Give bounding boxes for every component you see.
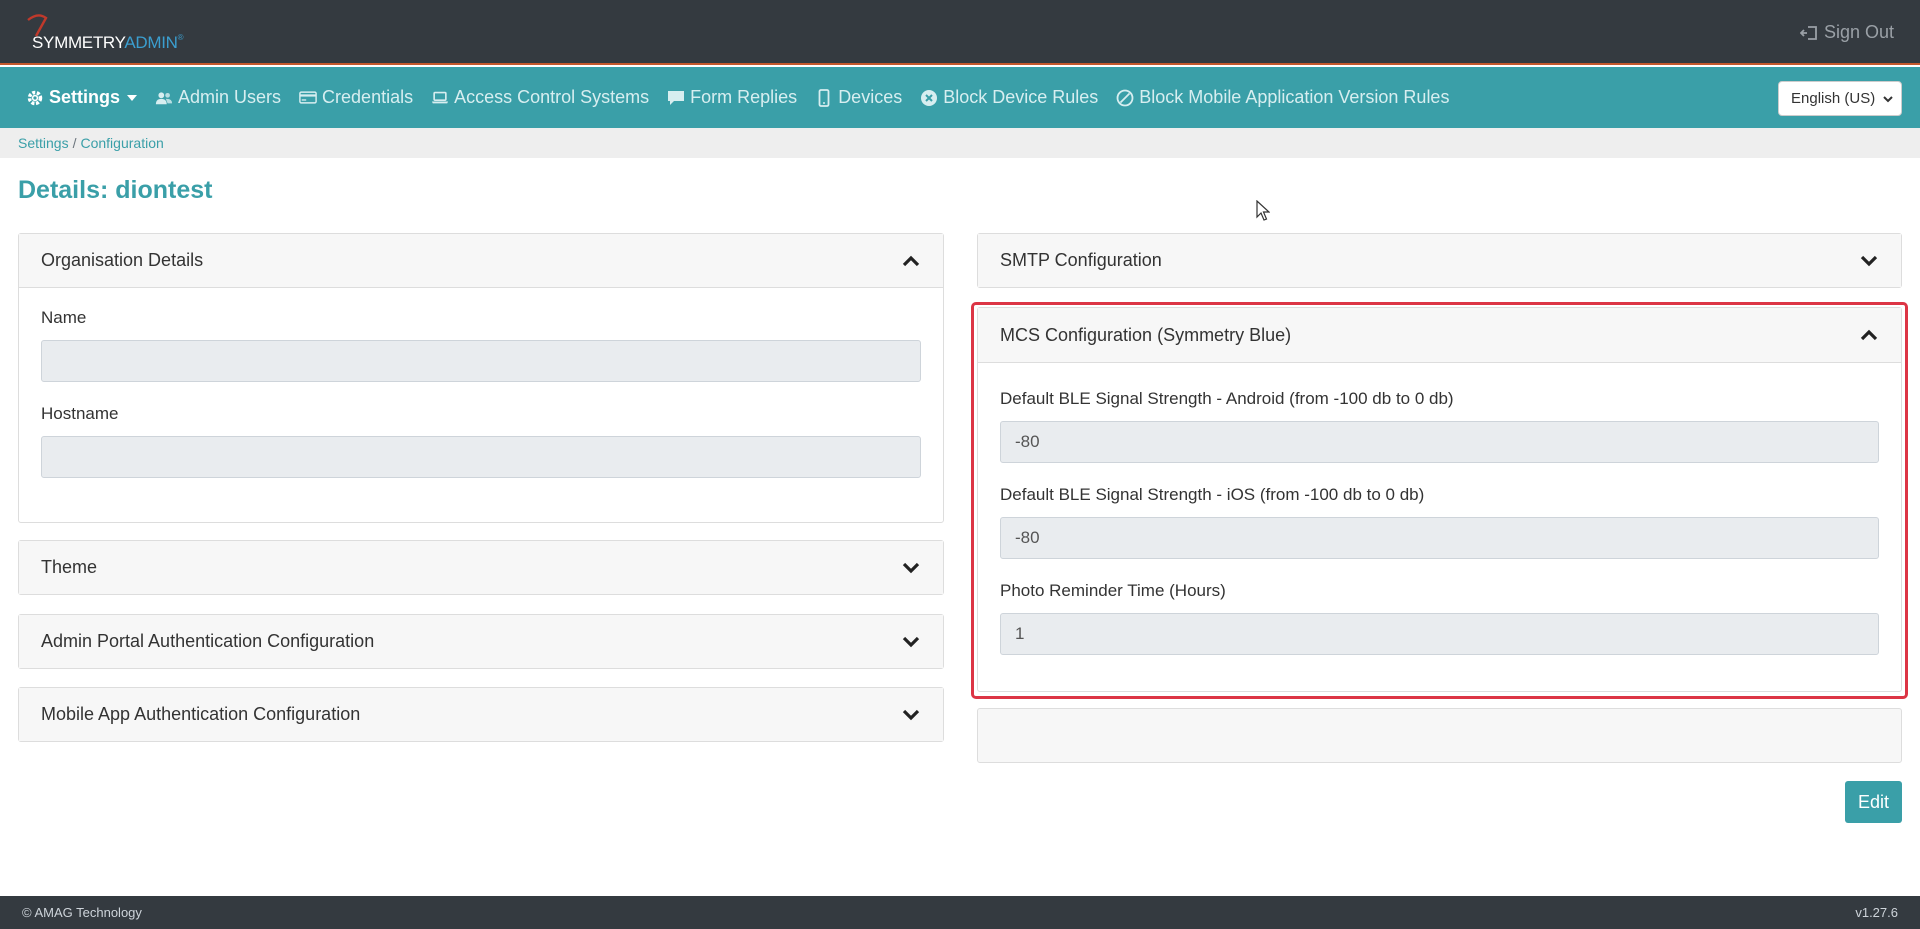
symmetry-admin-logo[interactable]: SYMMETRYADMIN® bbox=[24, 14, 194, 54]
chevron-down-icon bbox=[1883, 92, 1893, 106]
admin-portal-auth-header[interactable]: Admin Portal Authentication Configuratio… bbox=[19, 615, 943, 668]
mobile-app-auth-panel: Mobile App Authentication Configuration bbox=[18, 687, 944, 742]
highlight-box bbox=[971, 302, 1908, 699]
chevron-down-icon[interactable] bbox=[1859, 251, 1879, 271]
mobile-app-auth-header[interactable]: Mobile App Authentication Configuration bbox=[19, 688, 943, 741]
nav-devices-label: Devices bbox=[838, 87, 903, 107]
comment-icon bbox=[667, 89, 685, 107]
breadcrumb-separator: / bbox=[72, 135, 77, 151]
chevron-down-icon[interactable] bbox=[901, 632, 921, 652]
nav-admin-users[interactable]: Admin Users bbox=[155, 87, 281, 108]
sign-out-link[interactable]: Sign Out bbox=[1799, 22, 1894, 43]
name-field[interactable] bbox=[41, 340, 921, 382]
logo-text-symmetry: SYMMETRY bbox=[32, 33, 125, 52]
nav-access-control-systems[interactable]: Access Control Systems bbox=[431, 87, 649, 108]
organisation-details-panel: Organisation Details Name Hostname bbox=[18, 233, 944, 523]
footer: © AMAG Technology v1.27.6 bbox=[0, 896, 1920, 929]
language-select[interactable]: English (US) bbox=[1778, 81, 1902, 116]
caret-down-icon bbox=[127, 94, 138, 101]
breadcrumb-configuration[interactable]: Configuration bbox=[80, 135, 163, 151]
logo-text-admin: ADMIN bbox=[124, 33, 178, 52]
nav-devices[interactable]: Devices bbox=[815, 87, 902, 108]
nav-block-device-rules-label: Block Device Rules bbox=[943, 87, 1099, 107]
mobile-app-auth-title: Mobile App Authentication Configuration bbox=[41, 704, 361, 724]
theme-panel: Theme bbox=[18, 540, 944, 595]
nav-block-mobile-app-version-rules-label: Block Mobile Application Version Rules bbox=[1139, 87, 1450, 107]
nav-form-replies-label: Form Replies bbox=[690, 87, 798, 107]
laptop-icon bbox=[431, 89, 449, 107]
mobile-icon bbox=[815, 88, 833, 107]
chevron-up-icon[interactable] bbox=[901, 251, 921, 271]
nav-credentials[interactable]: Credentials bbox=[299, 87, 413, 108]
theme-header[interactable]: Theme bbox=[19, 541, 943, 594]
credit-card-icon bbox=[299, 89, 317, 107]
admin-portal-auth-title: Admin Portal Authentication Configuratio… bbox=[41, 631, 375, 651]
empty-panel bbox=[977, 708, 1902, 763]
gear-icon bbox=[26, 89, 44, 107]
nav-block-mobile-app-version-rules[interactable]: Block Mobile Application Version Rules bbox=[1116, 87, 1449, 108]
footer-version: v1.27.6 bbox=[1855, 905, 1898, 920]
nav-settings-label: Settings bbox=[49, 87, 121, 107]
times-circle-icon bbox=[920, 89, 938, 107]
users-icon bbox=[155, 89, 173, 107]
sign-out-icon bbox=[1799, 25, 1817, 40]
mouse-cursor-icon bbox=[1256, 200, 1270, 221]
nav-credentials-label: Credentials bbox=[322, 87, 414, 107]
ban-icon bbox=[1116, 89, 1134, 107]
organisation-details-header[interactable]: Organisation Details bbox=[19, 234, 943, 288]
smtp-configuration-panel: SMTP Configuration bbox=[977, 233, 1902, 288]
smtp-configuration-header[interactable]: SMTP Configuration bbox=[978, 234, 1901, 287]
edit-button[interactable]: Edit bbox=[1845, 781, 1902, 823]
nav-admin-users-label: Admin Users bbox=[178, 87, 282, 107]
hostname-field[interactable] bbox=[41, 436, 921, 478]
nav-access-control-systems-label: Access Control Systems bbox=[454, 87, 650, 107]
nav-settings[interactable]: Settings bbox=[26, 87, 138, 108]
chevron-down-icon[interactable] bbox=[901, 705, 921, 725]
logo-trademark: ® bbox=[177, 33, 184, 42]
main-navbar: Settings Admin Users Credentials Access … bbox=[0, 67, 1920, 128]
footer-copyright: © AMAG Technology bbox=[22, 905, 142, 920]
name-label: Name bbox=[41, 308, 87, 327]
smtp-configuration-title: SMTP Configuration bbox=[1000, 250, 1162, 270]
theme-title: Theme bbox=[41, 557, 98, 577]
language-select-value: English (US) bbox=[1791, 90, 1876, 107]
nav-form-replies[interactable]: Form Replies bbox=[667, 87, 797, 108]
hostname-label: Hostname bbox=[41, 404, 119, 423]
organisation-details-title: Organisation Details bbox=[41, 250, 204, 270]
breadcrumb: Settings / Configuration bbox=[0, 128, 1920, 158]
chevron-down-icon[interactable] bbox=[901, 558, 921, 578]
admin-portal-auth-panel: Admin Portal Authentication Configuratio… bbox=[18, 614, 944, 669]
nav-block-device-rules[interactable]: Block Device Rules bbox=[920, 87, 1098, 108]
top-header: SYMMETRYADMIN® Sign Out bbox=[0, 0, 1920, 65]
sign-out-label: Sign Out bbox=[1823, 22, 1894, 42]
breadcrumb-settings[interactable]: Settings bbox=[18, 135, 69, 151]
page-title: Details: diontest bbox=[18, 176, 213, 204]
